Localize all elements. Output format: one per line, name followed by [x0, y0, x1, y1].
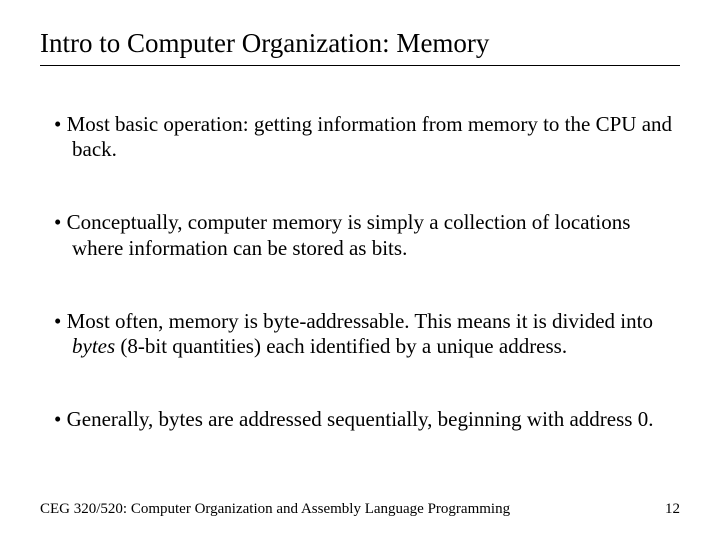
bullet-item: Conceptually, computer memory is simply …: [54, 210, 680, 260]
slide: Intro to Computer Organization: Memory M…: [0, 0, 720, 540]
slide-title: Intro to Computer Organization: Memory: [40, 28, 680, 59]
slide-footer: CEG 320/520: Computer Organization and A…: [40, 501, 680, 518]
footer-course: CEG 320/520: Computer Organization and A…: [40, 501, 510, 518]
bullet-item: Generally, bytes are addressed sequentia…: [54, 407, 680, 432]
bullet-item: Most basic operation: getting informatio…: [54, 112, 680, 162]
bullet-item: Most often, memory is byte-addressable. …: [54, 309, 680, 359]
title-underline: [40, 65, 680, 66]
bullet-text-pre: Most often, memory is byte-addressable. …: [67, 309, 653, 333]
bullet-text-post: (8-bit quantities) each identified by a …: [115, 334, 567, 358]
bullet-text-italic: bytes: [72, 334, 115, 358]
footer-page-number: 12: [665, 501, 680, 518]
bullet-list: Most basic operation: getting informatio…: [40, 112, 680, 432]
